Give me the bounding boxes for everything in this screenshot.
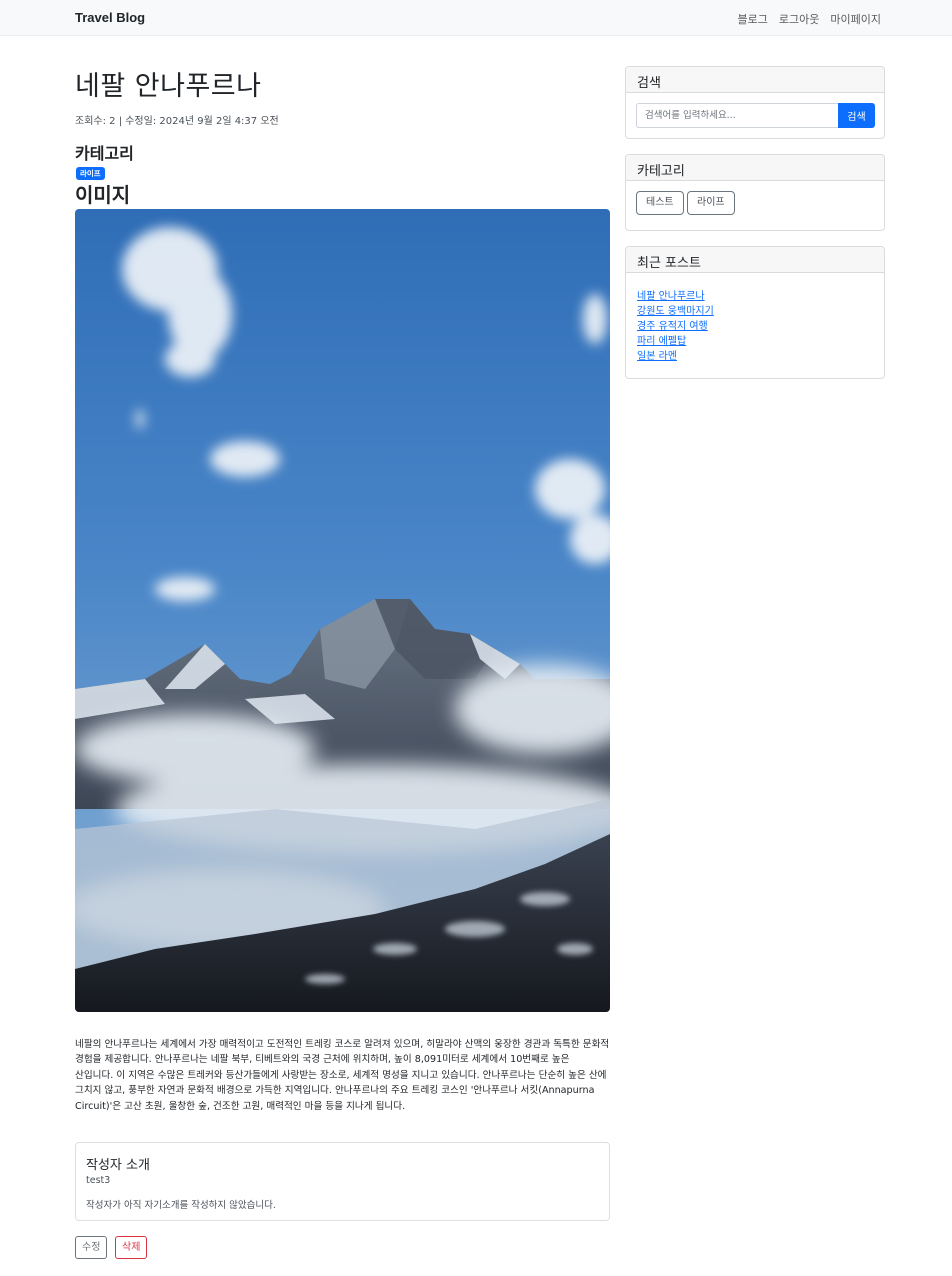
list-item: 경주 유적지 여행: [637, 314, 714, 332]
image-heading: 이미지: [75, 183, 131, 207]
author-bio: 작성자가 아직 자기소개를 작성하지 않았습니다.: [86, 1200, 276, 1211]
recent-posts-card-title: 최근 포스트: [626, 247, 884, 273]
search-card-title: 검색: [626, 67, 884, 93]
category-heading: 카테고리: [75, 144, 134, 163]
list-item: 네팔 안나푸르나: [637, 284, 714, 302]
navbar: Travel Blog 블로그 로그아웃 마이페이지: [0, 0, 952, 36]
category-button-life[interactable]: 라이프: [687, 191, 735, 215]
search-input[interactable]: [636, 103, 838, 128]
nav-links: 블로그 로그아웃 마이페이지: [738, 11, 881, 27]
post-image: [75, 209, 610, 1012]
mountain-photo: [75, 209, 610, 1012]
edit-button[interactable]: 수정: [75, 1236, 108, 1259]
brand-link[interactable]: Travel Blog: [75, 10, 145, 25]
categories-card: 카테고리 테스트 라이프: [625, 154, 885, 231]
search-card: 검색 검색: [625, 66, 885, 139]
author-card: 작성자 소개 test3 작성자가 아직 자기소개를 작성하지 않았습니다.: [75, 1142, 610, 1221]
post-body: 네팔의 안나푸르나는 세계에서 가장 매력적이고 도전적인 트레킹 코스로 알려…: [75, 1039, 610, 1112]
recent-posts-card: 최근 포스트 네팔 안나푸르나 강원도 웅백마지기 경주 유적지 여행 파리 에…: [625, 246, 885, 379]
nav-link-blog[interactable]: 블로그: [738, 11, 768, 27]
nav-link-mypage[interactable]: 마이페이지: [830, 11, 881, 27]
post-meta: 조회수: 2 | 수정일: 2024년 9월 2일 4:37 오전: [75, 116, 279, 127]
search-button[interactable]: 검색: [838, 103, 875, 128]
post-title: 네팔 안나푸르나: [75, 71, 262, 102]
recent-posts-list: 네팔 안나푸르나 강원도 웅백마지기 경주 유적지 여행 파리 에펠탑 일본 라…: [637, 284, 714, 362]
author-card-title: 작성자 소개: [86, 1158, 150, 1173]
recent-post-link[interactable]: 일본 라멘: [637, 351, 677, 362]
list-item: 일본 라멘: [637, 344, 714, 362]
categories-card-title: 카테고리: [626, 155, 884, 181]
delete-button[interactable]: 삭제: [115, 1236, 148, 1259]
list-item: 강원도 웅백마지기: [637, 299, 714, 317]
nav-link-logout[interactable]: 로그아웃: [779, 11, 819, 27]
category-button-test[interactable]: 테스트: [636, 191, 684, 215]
author-name: test3: [86, 1175, 111, 1186]
